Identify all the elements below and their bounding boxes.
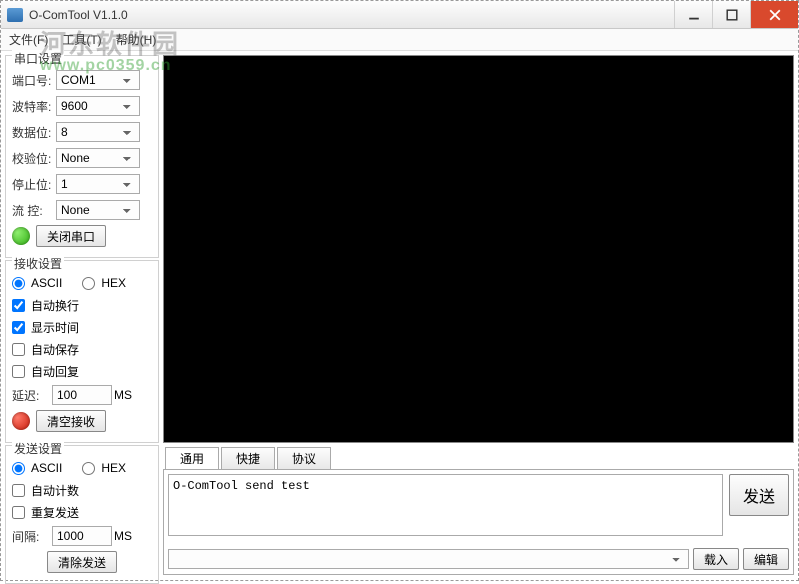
recv-save-label: 自动保存 [31,341,79,358]
close-button[interactable] [750,1,798,28]
serial-group: 串口设置 端口号:COM1 波特率:9600 数据位:8 校验位:None 停止… [5,55,159,258]
stop-select[interactable]: 1 [56,174,140,194]
tab-general[interactable]: 通用 [165,447,219,469]
send-repeat-label: 重复发送 [31,504,79,521]
parity-label: 校验位: [12,150,56,167]
maximize-button[interactable] [712,1,750,28]
flow-label: 流 控: [12,202,56,219]
recv-reply-label: 自动回复 [31,363,79,380]
app-icon [7,8,23,22]
send-ms: MS [114,529,132,543]
menu-tool[interactable]: 工具(T) [62,31,101,48]
titlebar: O-ComTool V1.1.0 [1,1,798,29]
stop-label: 停止位: [12,176,56,193]
send-ascii-label: ASCII [31,461,62,475]
status-led-icon [12,227,30,245]
minimize-button[interactable] [674,1,712,28]
send-group: 发送设置 ASCII HEX 自动计数 重复发送 间隔:MS 清除发送 [5,445,159,584]
send-count-label: 自动计数 [31,482,79,499]
send-title: 发送设置 [12,440,64,457]
serial-title: 串口设置 [12,50,64,67]
port-select[interactable]: COM1 [56,70,140,90]
clear-recv-button[interactable]: 清空接收 [36,410,106,432]
menu-help[interactable]: 帮助(H) [116,31,157,48]
terminal-output[interactable] [163,55,794,443]
recv-wrap-check[interactable] [12,299,25,312]
recv-hex-label: HEX [101,276,126,290]
recv-hex-radio[interactable] [82,277,95,290]
parity-select[interactable]: None [56,148,140,168]
tab-quick[interactable]: 快捷 [221,447,275,469]
recv-wrap-label: 自动换行 [31,297,79,314]
send-hex-radio[interactable] [82,462,95,475]
send-textarea[interactable]: O-ComTool send test [168,474,723,536]
tab-protocol[interactable]: 协议 [277,447,331,469]
baud-label: 波特率: [12,98,56,115]
clear-send-button[interactable]: 清除发送 [47,551,117,573]
send-hex-label: HEX [101,461,126,475]
baud-select[interactable]: 9600 [56,96,140,116]
recv-delay-label: 延迟: [12,387,52,404]
recv-reply-check[interactable] [12,365,25,378]
menubar: 文件(F) 工具(T) 帮助(H) [1,29,798,51]
flow-select[interactable]: None [56,200,140,220]
recv-ascii-label: ASCII [31,276,62,290]
menu-file[interactable]: 文件(F) [9,31,48,48]
window-title: O-ComTool V1.1.0 [29,8,674,22]
send-ascii-radio[interactable] [12,462,25,475]
data-label: 数据位: [12,124,56,141]
history-select[interactable] [168,549,689,569]
send-interval-input[interactable] [52,526,112,546]
send-count-check[interactable] [12,484,25,497]
recv-ascii-radio[interactable] [12,277,25,290]
data-select[interactable]: 8 [56,122,140,142]
recv-ms: MS [114,388,132,402]
send-repeat-check[interactable] [12,506,25,519]
port-label: 端口号: [12,72,56,89]
recv-save-check[interactable] [12,343,25,356]
close-port-button[interactable]: 关闭串口 [36,225,106,247]
send-button[interactable]: 发送 [729,474,789,516]
recv-led-icon [12,412,30,430]
recv-delay-input[interactable] [52,385,112,405]
recv-title: 接收设置 [12,255,64,272]
recv-time-check[interactable] [12,321,25,334]
recv-group: 接收设置 ASCII HEX 自动换行 显示时间 自动保存 自动回复 延迟:MS… [5,260,159,443]
edit-button[interactable]: 编辑 [743,548,789,570]
send-interval-label: 间隔: [12,528,52,545]
recv-time-label: 显示时间 [31,319,79,336]
load-button[interactable]: 载入 [693,548,739,570]
